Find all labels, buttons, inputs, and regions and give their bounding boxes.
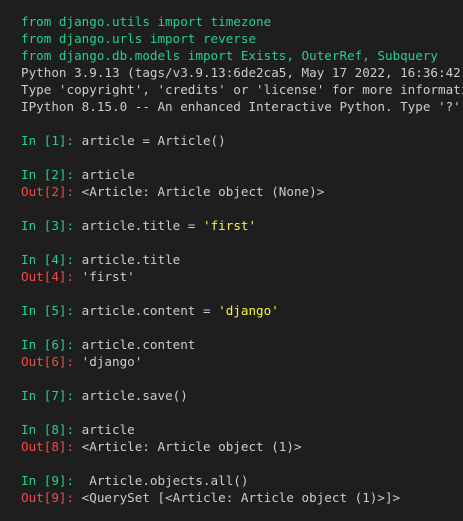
cell-8-output: Out[8]: <Article: Article object (1)> (21, 438, 463, 455)
code-text: article (74, 167, 135, 182)
out-prompt: Out[2]: (21, 184, 75, 199)
cell-1-input[interactable]: In [1]: article = Article() (21, 132, 463, 149)
type-copyright-line: Type 'copyright', 'credits' or 'license'… (21, 82, 463, 97)
cell-4-output: Out[4]: 'first' (21, 268, 463, 285)
out-prompt: Out[9]: (21, 490, 75, 505)
string-literal: 'first' (202, 218, 257, 233)
ipython-version-line: IPython 8.15.0 -- An enhanced Interactiv… (21, 99, 463, 114)
cell-7-input[interactable]: In [7]: article.save() (21, 387, 463, 404)
code-text: article (74, 422, 135, 437)
in-prompt: In [3]: (21, 218, 75, 233)
code-text: article.save() (74, 388, 188, 403)
output-text: 'django' (74, 354, 143, 369)
in-prompt: In [7]: (21, 388, 75, 403)
code-text: article.title = (74, 218, 203, 233)
output-text: <Article: Article object (None)> (74, 184, 325, 199)
in-prompt: In [9]: (21, 473, 75, 488)
cell-3-input[interactable]: In [3]: article.title = 'first' (21, 217, 463, 234)
out-prompt: Out[8]: (21, 439, 75, 454)
string-literal: 'django' (218, 303, 279, 318)
out-prompt: Out[4]: (21, 269, 75, 284)
output-text: <Article: Article object (1)> (74, 439, 302, 454)
python-version-line: Python 3.9.13 (tags/v3.9.13:6de2ca5, May… (21, 65, 463, 80)
in-prompt: In [5]: (21, 303, 75, 318)
in-prompt: In [2]: (21, 167, 75, 182)
code-text: article.title (74, 252, 181, 267)
cell-5-input[interactable]: In [5]: article.content = 'django' (21, 302, 463, 319)
cell-4-input[interactable]: In [4]: article.title (21, 251, 463, 268)
import-models-line: from django.db.models import Exists, Out… (21, 48, 439, 63)
output-text: <QuerySet [<Article: Article object (1)>… (74, 490, 401, 505)
cell-6-input[interactable]: In [6]: article.content (21, 336, 463, 353)
code-text: article.content (74, 337, 196, 352)
in-prompt: In [8]: (21, 422, 75, 437)
code-text: article = Article() (74, 133, 226, 148)
import-reverse-line: from django.urls import reverse (21, 31, 257, 46)
cell-9-input[interactable]: In [9]: Article.objects.all() (21, 472, 463, 489)
cell-8-input[interactable]: In [8]: article (21, 421, 463, 438)
in-prompt: In [1]: (21, 133, 75, 148)
ipython-terminal[interactable]: from django.utils import timezone from d… (0, 0, 463, 521)
output-text: 'first' (74, 269, 135, 284)
cell-2-output: Out[2]: <Article: Article object (None)> (21, 183, 463, 200)
out-prompt: Out[6]: (21, 354, 75, 369)
in-prompt: In [6]: (21, 337, 75, 352)
import-timezone-line: from django.utils import timezone (21, 14, 272, 29)
code-text: article.content = (74, 303, 219, 318)
in-prompt: In [4]: (21, 252, 75, 267)
code-text: Article.objects.all() (74, 473, 249, 488)
cell-9-output: Out[9]: <QuerySet [<Article: Article obj… (21, 489, 463, 506)
cell-2-input[interactable]: In [2]: article (21, 166, 463, 183)
cell-6-output: Out[6]: 'django' (21, 353, 463, 370)
